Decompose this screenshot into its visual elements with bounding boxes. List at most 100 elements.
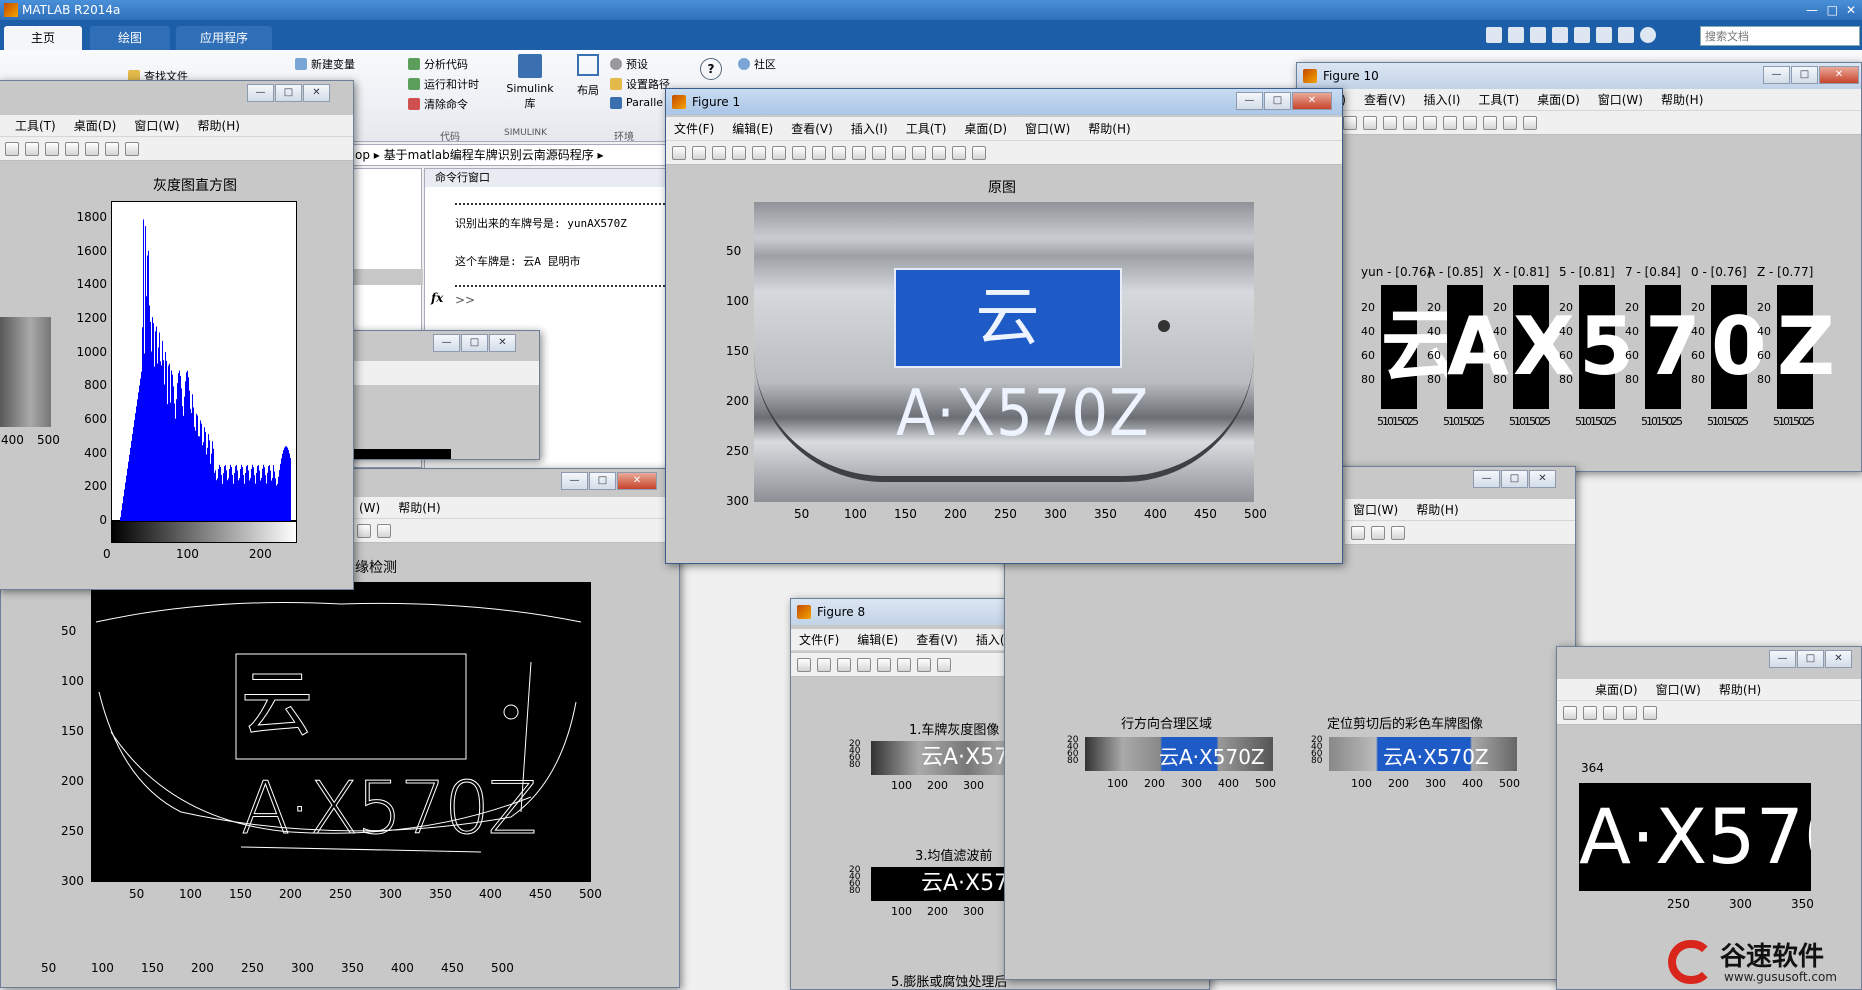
menu-item[interactable]: 编辑(E): [732, 120, 773, 137]
menu-help[interactable]: 帮助(H): [198, 117, 240, 134]
menu-item[interactable]: 桌面(D): [964, 120, 1007, 137]
show-plot-tools-icon[interactable]: [377, 523, 391, 538]
selected-folder-row[interactable]: [351, 269, 423, 285]
set-path-button[interactable]: 设置路径: [610, 76, 670, 92]
print-icon[interactable]: [857, 657, 871, 672]
maximize-icon[interactable]: □: [1791, 66, 1818, 84]
minimize-icon[interactable]: —: [1806, 0, 1818, 20]
menu-tools[interactable]: 工具(T): [15, 117, 56, 134]
tab-home[interactable]: 主页: [4, 26, 82, 50]
menu-item[interactable]: 查看(V): [916, 631, 958, 648]
colorbar-icon[interactable]: [912, 145, 926, 160]
menu-item[interactable]: 工具(T): [1478, 91, 1519, 108]
link-icon[interactable]: [892, 145, 906, 160]
pan-icon[interactable]: [812, 145, 826, 160]
link-icon[interactable]: [1563, 705, 1577, 720]
close-icon[interactable]: ✕: [1846, 0, 1856, 20]
zoom-out-icon[interactable]: [917, 657, 931, 672]
help-button[interactable]: ?: [700, 58, 722, 80]
breadcrumb[interactable]: 基于matlab编程车牌识别云南源码程序: [384, 148, 594, 162]
brush-icon[interactable]: [872, 145, 886, 160]
switch-windows-icon[interactable]: [1618, 27, 1634, 43]
undo-icon[interactable]: [1574, 27, 1590, 43]
link-icon[interactable]: [1483, 115, 1497, 130]
close-icon[interactable]: ✕: [489, 334, 516, 352]
tab-apps[interactable]: 应用程序: [176, 26, 272, 50]
simulink-library-button[interactable]: Simulink 库: [502, 54, 558, 111]
show-plot-tools-icon[interactable]: [972, 145, 986, 160]
command-prompt[interactable]: >>: [455, 293, 475, 307]
rotate-icon[interactable]: [1423, 115, 1437, 130]
cut-icon[interactable]: [1508, 27, 1524, 43]
minimize-icon[interactable]: —: [1769, 650, 1796, 668]
maximize-icon[interactable]: □: [1827, 0, 1838, 20]
menu-help[interactable]: 帮助(H): [1719, 681, 1761, 698]
hide-plot-tools-icon[interactable]: [1371, 525, 1385, 540]
legend-icon[interactable]: [1603, 705, 1617, 720]
open-icon[interactable]: [692, 145, 706, 160]
save-icon[interactable]: [1486, 27, 1502, 43]
menu-item[interactable]: 插入(I): [851, 120, 888, 137]
hide-plot-tools-icon[interactable]: [952, 145, 966, 160]
minimize-icon[interactable]: —: [1473, 470, 1500, 488]
close-icon[interactable]: ✕: [1529, 470, 1556, 488]
paste-icon[interactable]: [1552, 27, 1568, 43]
new-icon[interactable]: [672, 145, 686, 160]
pointer-icon[interactable]: [877, 657, 891, 672]
open-icon[interactable]: [817, 657, 831, 672]
analyze-code-button[interactable]: 分析代码: [408, 56, 468, 72]
menu-item[interactable]: 文件(F): [674, 120, 714, 137]
hide-plot-tools-icon[interactable]: [1623, 705, 1637, 720]
tab-plots[interactable]: 绘图: [90, 26, 170, 50]
maximize-icon[interactable]: □: [275, 84, 302, 102]
close-icon[interactable]: ✕: [617, 472, 657, 490]
menu-item[interactable]: 帮助(H): [1088, 120, 1130, 137]
menu-desktop[interactable]: 桌面(D): [1595, 681, 1638, 698]
link-icon[interactable]: [45, 141, 59, 156]
minimize-icon[interactable]: —: [247, 84, 274, 102]
menu-window[interactable]: 窗口(W): [1656, 681, 1701, 698]
data-cursor-icon[interactable]: [852, 145, 866, 160]
menu-item[interactable]: 窗口(W): [1025, 120, 1070, 137]
zoom-in-icon[interactable]: [772, 145, 786, 160]
pointer-icon[interactable]: [1343, 115, 1357, 130]
maximize-icon[interactable]: □: [461, 334, 488, 352]
maximize-icon[interactable]: □: [1264, 92, 1291, 110]
rotate-icon[interactable]: [5, 141, 19, 156]
legend-icon[interactable]: [1351, 525, 1365, 540]
brush-icon[interactable]: [25, 141, 39, 156]
clear-commands-button[interactable]: 清除命令: [408, 96, 468, 112]
minimize-icon[interactable]: —: [1236, 92, 1263, 110]
minimize-icon[interactable]: —: [1763, 66, 1790, 84]
hide-plot-tools-icon[interactable]: [105, 141, 119, 156]
pan-icon[interactable]: [937, 657, 951, 672]
menu-item[interactable]: 插入(I): [1424, 91, 1461, 108]
menu-item[interactable]: 帮助(H): [1661, 91, 1703, 108]
save-icon[interactable]: [712, 145, 726, 160]
copy-icon[interactable]: [1530, 27, 1546, 43]
menu-window[interactable]: 窗口(W): [1353, 501, 1398, 518]
minimize-icon[interactable]: —: [561, 472, 588, 490]
show-plot-tools-icon[interactable]: [1391, 525, 1405, 540]
redo-icon[interactable]: [1596, 27, 1612, 43]
preferences-button[interactable]: 预设: [610, 56, 648, 72]
pointer-icon[interactable]: [752, 145, 766, 160]
close-icon[interactable]: ✕: [1825, 650, 1852, 668]
close-icon[interactable]: ✕: [303, 84, 330, 102]
parallel-button[interactable]: Paralle: [610, 96, 663, 109]
layout-button[interactable]: 布局: [568, 54, 608, 98]
menu-item[interactable]: 工具(T): [906, 120, 947, 137]
brush-icon[interactable]: [1463, 115, 1477, 130]
print-icon[interactable]: [732, 145, 746, 160]
zoom-in-icon[interactable]: [897, 657, 911, 672]
save-icon[interactable]: [837, 657, 851, 672]
menu-desktop[interactable]: 桌面(D): [74, 117, 117, 134]
legend-icon[interactable]: [932, 145, 946, 160]
legend-icon[interactable]: [85, 141, 99, 156]
colorbar-icon[interactable]: [1503, 115, 1517, 130]
new-icon[interactable]: [797, 657, 811, 672]
menu-window[interactable]: (W): [359, 501, 380, 515]
close-icon[interactable]: ✕: [1819, 66, 1859, 84]
minimize-icon[interactable]: —: [433, 334, 460, 352]
maximize-icon[interactable]: □: [1797, 650, 1824, 668]
